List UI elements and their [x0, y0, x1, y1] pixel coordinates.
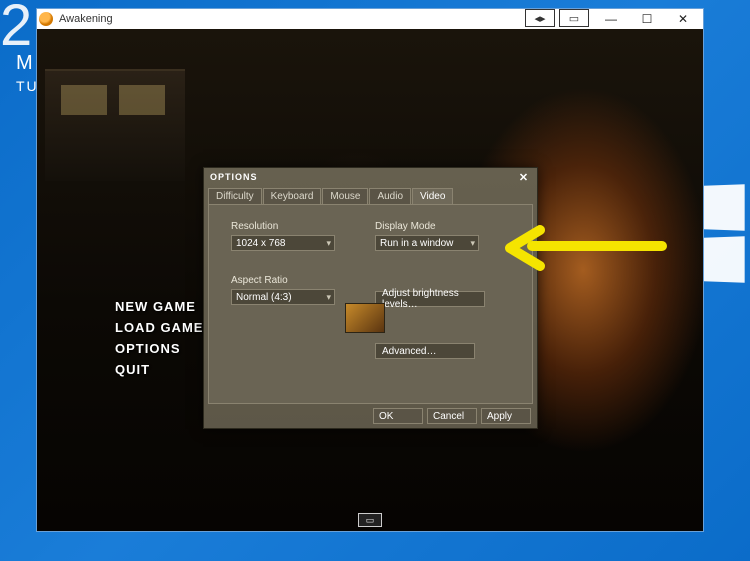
tab-mouse[interactable]: Mouse — [322, 188, 368, 204]
tab-audio[interactable]: Audio — [369, 188, 411, 204]
dialog-title: OPTIONS — [210, 172, 258, 182]
tab-video[interactable]: Video — [412, 188, 453, 204]
main-menu: NEW GAME LOAD GAME OPTIONS QUIT — [115, 299, 203, 377]
titlebar[interactable]: Awakening ◂▸ ▭ — ☐ ✕ — [37, 9, 703, 29]
window-title: Awakening — [59, 13, 525, 25]
ok-button[interactable]: OK — [373, 408, 423, 424]
adjust-brightness-button[interactable]: Adjust brightness levels… — [375, 291, 485, 307]
options-dialog: OPTIONS ✕ Difficulty Keyboard Mouse Audi… — [203, 167, 538, 429]
advanced-button[interactable]: Advanced… — [375, 343, 475, 359]
bottom-window-control[interactable]: ▭ — [358, 513, 382, 527]
aspect-ratio-dropdown[interactable]: Normal (4:3) — [231, 289, 335, 305]
lock-clock-time: 2 — [0, 0, 34, 59]
aspect-ratio-label: Aspect Ratio — [231, 275, 335, 286]
fullscreen-toggle-button[interactable]: ◂▸ — [525, 9, 555, 27]
borderless-toggle-button[interactable]: ▭ — [559, 9, 589, 27]
dialog-close-icon[interactable]: ✕ — [517, 170, 531, 184]
resolution-label: Resolution — [231, 221, 335, 232]
display-mode-dropdown[interactable]: Run in a window — [375, 235, 479, 251]
menu-item-load-game[interactable]: LOAD GAME — [115, 320, 203, 335]
lock-clock-line1: M — [16, 52, 33, 75]
dialog-titlebar[interactable]: OPTIONS ✕ — [204, 168, 537, 186]
aspect-ratio-value: Normal (4:3) — [236, 292, 292, 303]
minimize-button[interactable]: — — [593, 9, 629, 29]
cancel-button[interactable]: Cancel — [427, 408, 477, 424]
app-icon — [39, 12, 53, 26]
apply-button[interactable]: Apply — [481, 408, 531, 424]
display-mode-label: Display Mode — [375, 221, 479, 232]
menu-item-options[interactable]: OPTIONS — [115, 341, 203, 356]
app-window: Awakening ◂▸ ▭ — ☐ ✕ NEW GAME LOAD GAME … — [36, 8, 704, 532]
maximize-button[interactable]: ☐ — [629, 9, 665, 29]
tab-keyboard[interactable]: Keyboard — [263, 188, 322, 204]
preview-thumbnail — [345, 303, 385, 333]
dialog-tabs: Difficulty Keyboard Mouse Audio Video — [204, 186, 537, 204]
game-viewport: NEW GAME LOAD GAME OPTIONS QUIT OPTIONS … — [37, 29, 703, 531]
window-mode-icon[interactable]: ▭ — [358, 513, 382, 527]
resolution-dropdown[interactable]: 1024 x 768 — [231, 235, 335, 251]
tab-difficulty[interactable]: Difficulty — [208, 188, 262, 204]
menu-item-new-game[interactable]: NEW GAME — [115, 299, 203, 314]
menu-item-quit[interactable]: QUIT — [115, 362, 203, 377]
display-mode-value: Run in a window — [380, 238, 453, 249]
video-tab-pane: Resolution 1024 x 768 Display Mode Run i… — [208, 204, 533, 404]
resolution-value: 1024 x 768 — [236, 238, 286, 249]
close-button[interactable]: ✕ — [665, 9, 701, 29]
